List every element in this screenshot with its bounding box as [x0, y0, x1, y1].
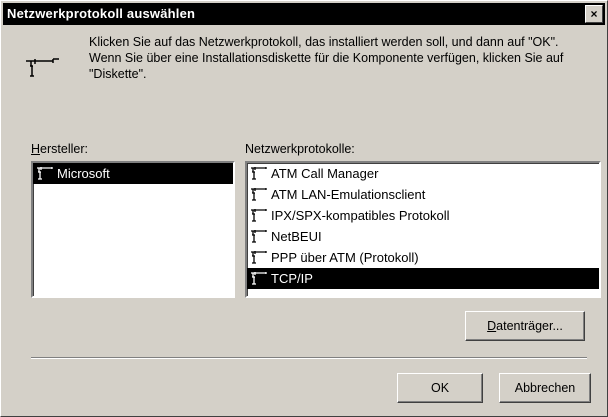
network-protocol-icon	[37, 167, 53, 180]
protocol-item[interactable]: ATM LAN-Emulationsclient	[247, 184, 599, 205]
ok-button[interactable]: OK	[397, 373, 483, 403]
protocol-item-label: ATM Call Manager	[271, 166, 379, 181]
protocol-item-label: TCP/IP	[271, 271, 313, 286]
dialog-window: Netzwerkprotokoll auswählen × Klicken Si…	[0, 0, 608, 417]
network-protocol-icon	[251, 167, 267, 180]
manufacturer-list[interactable]: Microsoft	[31, 161, 235, 298]
manufacturer-label: Hersteller:	[31, 142, 88, 156]
close-button[interactable]: ×	[585, 5, 603, 23]
title-bar[interactable]: Netzwerkprotokoll auswählen ×	[3, 3, 605, 25]
protocol-item-label: IPX/SPX-kompatibles Protokoll	[271, 208, 450, 223]
protocol-item[interactable]: PPP über ATM (Protokoll)	[247, 247, 599, 268]
protocol-item-label: PPP über ATM (Protokoll)	[271, 250, 419, 265]
protocol-item-label: ATM LAN-Emulationsclient	[271, 187, 426, 202]
close-icon: ×	[590, 7, 598, 21]
network-protocol-icon	[26, 58, 59, 77]
manufacturer-item-label: Microsoft	[57, 166, 110, 181]
window-title: Netzwerkprotokoll auswählen	[7, 6, 196, 21]
disk-button[interactable]: Datenträger...	[465, 311, 585, 341]
manufacturer-item[interactable]: Microsoft	[33, 163, 233, 184]
network-protocol-icon	[251, 251, 267, 264]
protocol-item[interactable]: ATM Call Manager	[247, 163, 599, 184]
protocol-list[interactable]: ATM Call Manager ATM LAN-Emulationsclient…	[245, 161, 601, 298]
protocol-item[interactable]: IPX/SPX-kompatibles Protokoll	[247, 205, 599, 226]
cancel-button[interactable]: Abbrechen	[499, 373, 591, 403]
protocol-list-label: Netzwerkprotokolle:	[245, 142, 355, 156]
network-protocol-icon	[251, 188, 267, 201]
protocol-item[interactable]: NetBEUI	[247, 226, 599, 247]
intro-text: Klicken Sie auf das Netzwerkprotokoll, d…	[89, 35, 564, 81]
protocol-item-label: NetBEUI	[271, 229, 322, 244]
network-protocol-icon	[251, 230, 267, 243]
network-protocol-icon	[251, 272, 267, 285]
separator	[31, 357, 587, 359]
network-protocol-icon	[251, 209, 267, 222]
protocol-item[interactable]: TCP/IP	[247, 268, 599, 289]
